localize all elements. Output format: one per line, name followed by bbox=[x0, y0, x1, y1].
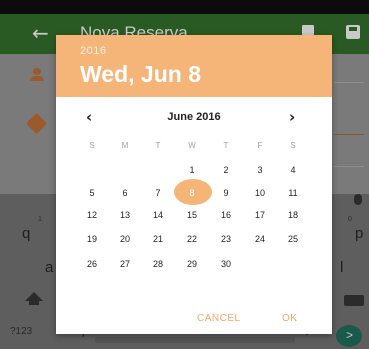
key-q[interactable]: q bbox=[22, 225, 30, 242]
tag-icon bbox=[25, 112, 48, 135]
day-cell[interactable]: 10 bbox=[249, 188, 271, 198]
field-underline bbox=[334, 82, 364, 83]
weekday-label: T bbox=[223, 141, 229, 150]
day-cell[interactable]: 26 bbox=[81, 259, 103, 269]
backspace-icon[interactable] bbox=[344, 295, 364, 306]
day-cell[interactable]: 3 bbox=[249, 165, 271, 175]
field-underline bbox=[334, 166, 364, 167]
key-hint: 1 bbox=[38, 216, 42, 223]
day-cell[interactable]: 11 bbox=[282, 188, 304, 198]
weekday-label: S bbox=[290, 141, 296, 150]
day-cell[interactable]: 2 bbox=[215, 165, 237, 175]
day-cell[interactable]: 25 bbox=[282, 234, 304, 244]
key-p[interactable]: p bbox=[355, 225, 363, 242]
day-cell[interactable]: 7 bbox=[147, 188, 169, 198]
weekday-label: T bbox=[155, 141, 161, 150]
day-cell[interactable]: 1 bbox=[181, 165, 203, 175]
go-button[interactable] bbox=[336, 325, 362, 347]
key-hint: 0 bbox=[348, 216, 352, 223]
day-cell[interactable]: 6 bbox=[114, 188, 136, 198]
day-cell[interactable]: 19 bbox=[81, 234, 103, 244]
date-picker-dialog: 2016 Wed, Jun 8 ‹ June 2016 › CANCEL OK … bbox=[56, 35, 332, 334]
selected-date-label[interactable]: Wed, Jun 8 bbox=[80, 61, 201, 88]
day-cell[interactable]: 20 bbox=[114, 234, 136, 244]
weekday-label: W bbox=[188, 141, 196, 150]
day-cell[interactable]: 9 bbox=[215, 188, 237, 198]
day-cell[interactable]: 12 bbox=[81, 210, 103, 220]
day-cell-selected[interactable]: 8 bbox=[181, 188, 203, 198]
day-cell[interactable]: 28 bbox=[147, 259, 169, 269]
weekday-label: F bbox=[257, 141, 263, 150]
save-icon[interactable] bbox=[346, 25, 360, 39]
day-cell[interactable]: 23 bbox=[215, 234, 237, 244]
day-cell[interactable]: 5 bbox=[81, 188, 103, 198]
day-cell[interactable]: 21 bbox=[147, 234, 169, 244]
key-l[interactable]: l bbox=[340, 259, 343, 276]
shift-icon-base bbox=[29, 300, 39, 305]
cancel-button[interactable]: CANCEL bbox=[197, 313, 241, 324]
symbols-key[interactable]: ?123 bbox=[10, 326, 32, 337]
day-cell[interactable]: 17 bbox=[249, 210, 271, 220]
date-picker-header: 2016 Wed, Jun 8 bbox=[56, 35, 332, 97]
day-cell[interactable]: 14 bbox=[147, 210, 169, 220]
ok-button[interactable]: OK bbox=[282, 313, 297, 324]
field-underline-active bbox=[334, 134, 364, 135]
day-cell[interactable]: 30 bbox=[215, 259, 237, 269]
space-key[interactable] bbox=[95, 337, 295, 343]
person-icon bbox=[30, 68, 44, 82]
weekday-label: M bbox=[121, 141, 129, 150]
day-cell[interactable]: 15 bbox=[181, 210, 203, 220]
next-month-icon[interactable]: › bbox=[289, 108, 295, 126]
day-cell[interactable]: 13 bbox=[114, 210, 136, 220]
back-arrow-icon[interactable]: ← bbox=[32, 21, 49, 45]
day-cell[interactable]: 24 bbox=[249, 234, 271, 244]
day-cell[interactable]: 29 bbox=[181, 259, 203, 269]
day-cell[interactable]: 18 bbox=[282, 210, 304, 220]
mic-icon[interactable] bbox=[354, 194, 362, 205]
year-label[interactable]: 2016 bbox=[80, 45, 106, 57]
key-a[interactable]: a bbox=[45, 259, 53, 276]
day-cell[interactable]: 22 bbox=[181, 234, 203, 244]
status-bar bbox=[0, 0, 369, 14]
day-cell[interactable]: 27 bbox=[114, 259, 136, 269]
day-cell[interactable]: 4 bbox=[282, 165, 304, 175]
weekday-label: S bbox=[89, 141, 95, 150]
day-cell[interactable]: 16 bbox=[215, 210, 237, 220]
